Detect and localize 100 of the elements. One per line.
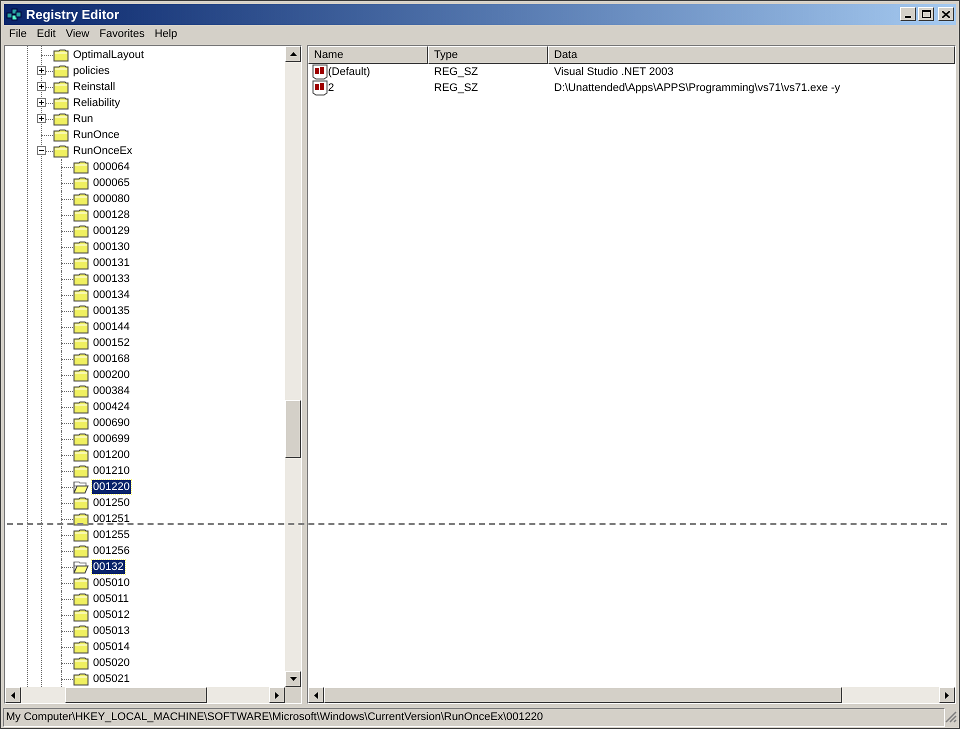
menu-item[interactable]: Edit xyxy=(32,26,61,43)
tree-item[interactable]: 005014 xyxy=(92,640,131,654)
folder-icon xyxy=(73,624,89,638)
value-name: 2 xyxy=(328,80,334,96)
tree-item[interactable]: 000130 xyxy=(92,240,131,254)
tree-item[interactable]: 000133 xyxy=(92,272,131,286)
folder-icon xyxy=(73,336,89,350)
value-data: D:\Unattended\Apps\APPS\Programming\vs71\vs71.exe -y xyxy=(553,80,840,96)
folder-icon xyxy=(73,464,89,478)
folder-icon xyxy=(73,272,89,286)
folder-icon xyxy=(73,160,89,174)
tree-item[interactable]: 005021 xyxy=(92,672,131,686)
folder-icon xyxy=(73,240,89,254)
folder-icon xyxy=(73,432,89,446)
folder-icon xyxy=(73,224,89,238)
horizontal-scrollbar[interactable] xyxy=(5,687,285,704)
folder-icon xyxy=(73,304,89,318)
tree-item[interactable]: 005011 xyxy=(92,592,130,606)
tree-item[interactable]: 00132 xyxy=(92,560,125,574)
tree-item[interactable]: Reinstall xyxy=(72,80,116,94)
tree-item[interactable]: 000699 xyxy=(92,432,131,446)
scroll-right-icon xyxy=(945,692,949,699)
tree-item[interactable]: 001210 xyxy=(92,464,131,478)
tree-item[interactable]: 001250 xyxy=(92,496,131,510)
tree-item[interactable]: 005013 xyxy=(92,624,131,638)
tree-item[interactable]: 000200 xyxy=(92,368,131,382)
folder-icon xyxy=(73,256,89,270)
status-bar-path: My Computer\HKEY_LOCAL_MACHINE\SOFTWARE\Microsoft\Windows\CurrentVersion\RunOnceEx\001220 xyxy=(6,710,543,725)
menu-item[interactable]: File xyxy=(4,26,32,43)
expander-box[interactable] xyxy=(37,114,46,123)
tree-item[interactable]: 005012 xyxy=(92,608,131,622)
menu-item[interactable]: View xyxy=(60,26,94,43)
tree-item[interactable]: 000065 xyxy=(92,176,131,190)
resize-grip-icon[interactable] xyxy=(945,711,957,724)
folder-icon xyxy=(73,384,89,398)
tree-item[interactable]: 001220 xyxy=(92,480,131,494)
tree-item[interactable]: RunOnce xyxy=(72,128,120,142)
folder-icon xyxy=(73,176,89,190)
folder-icon xyxy=(73,416,89,430)
folder-icon xyxy=(73,448,89,462)
horizontal-scrollbar[interactable] xyxy=(308,687,955,704)
column-header[interactable]: Type xyxy=(428,46,548,64)
tree-item[interactable]: 000080 xyxy=(92,192,131,206)
folder-icon xyxy=(73,320,89,334)
tree-item[interactable]: Run xyxy=(72,112,94,126)
folder-icon xyxy=(73,352,89,366)
tree-item[interactable]: RunOnceEx xyxy=(72,144,134,158)
tree-item[interactable]: 000384 xyxy=(92,384,131,398)
menu-item[interactable]: Favorites xyxy=(94,26,150,43)
value-type: REG_SZ xyxy=(433,64,480,80)
tree-item[interactable]: 000424 xyxy=(92,400,131,414)
string-value-icon xyxy=(312,80,328,96)
scroll-thumb[interactable] xyxy=(285,400,301,458)
vertical-scrollbar[interactable] xyxy=(285,46,301,688)
tree-item[interactable]: 001255 xyxy=(92,528,131,542)
expander-box[interactable] xyxy=(37,98,46,107)
tree-item[interactable]: 000128 xyxy=(92,208,131,222)
expander-box[interactable] xyxy=(37,146,46,155)
scroll-thumb[interactable] xyxy=(324,687,842,704)
folder-icon xyxy=(73,640,89,654)
folder-icon xyxy=(73,656,89,670)
minimize-button[interactable] xyxy=(900,7,916,22)
window-title: Registry Editor xyxy=(26,6,120,24)
tree-item[interactable]: 005020 xyxy=(92,656,131,670)
maximize-button[interactable] xyxy=(918,7,934,22)
folder-icon xyxy=(73,208,89,222)
folder-icon xyxy=(73,512,89,526)
close-button[interactable] xyxy=(938,7,954,22)
tree-item[interactable]: 000144 xyxy=(92,320,131,334)
folder-icon xyxy=(53,144,69,158)
scroll-right-icon xyxy=(275,692,279,699)
folder-icon xyxy=(53,64,69,78)
tree-item[interactable]: Reliability xyxy=(72,96,122,110)
column-header[interactable]: Data xyxy=(548,46,955,64)
scroll-thumb[interactable] xyxy=(65,687,207,704)
tree-item[interactable]: policies xyxy=(72,64,111,78)
tree-item[interactable]: 000131 xyxy=(92,256,131,270)
tree-item[interactable]: 000064 xyxy=(92,160,131,174)
value-name: (Default) xyxy=(328,64,370,80)
folder-icon xyxy=(53,96,69,110)
tree-item[interactable]: 000690 xyxy=(92,416,131,430)
expander-box[interactable] xyxy=(37,82,46,91)
expander-box[interactable] xyxy=(37,66,46,75)
tree-item[interactable]: 000168 xyxy=(92,352,131,366)
folder-icon xyxy=(73,608,89,622)
tree-item[interactable]: 001256 xyxy=(92,544,131,558)
tree-item[interactable]: 001200 xyxy=(92,448,131,462)
tree-item[interactable]: 001251 xyxy=(92,512,131,526)
tree-item[interactable]: 000135 xyxy=(92,304,131,318)
tree-item[interactable]: 000152 xyxy=(92,336,131,350)
menu-item[interactable]: Help xyxy=(150,26,182,43)
folder-icon xyxy=(73,528,89,542)
tree-item[interactable]: OptimalLayout xyxy=(72,48,145,62)
folder-icon xyxy=(73,544,89,558)
string-value-icon xyxy=(312,64,328,80)
column-header[interactable]: Name xyxy=(308,46,428,64)
tree-item[interactable]: 000129 xyxy=(92,224,131,238)
tree-item[interactable]: 000134 xyxy=(92,288,131,302)
tree-item[interactable]: 005010 xyxy=(92,576,131,590)
minimize-icon xyxy=(905,16,911,18)
